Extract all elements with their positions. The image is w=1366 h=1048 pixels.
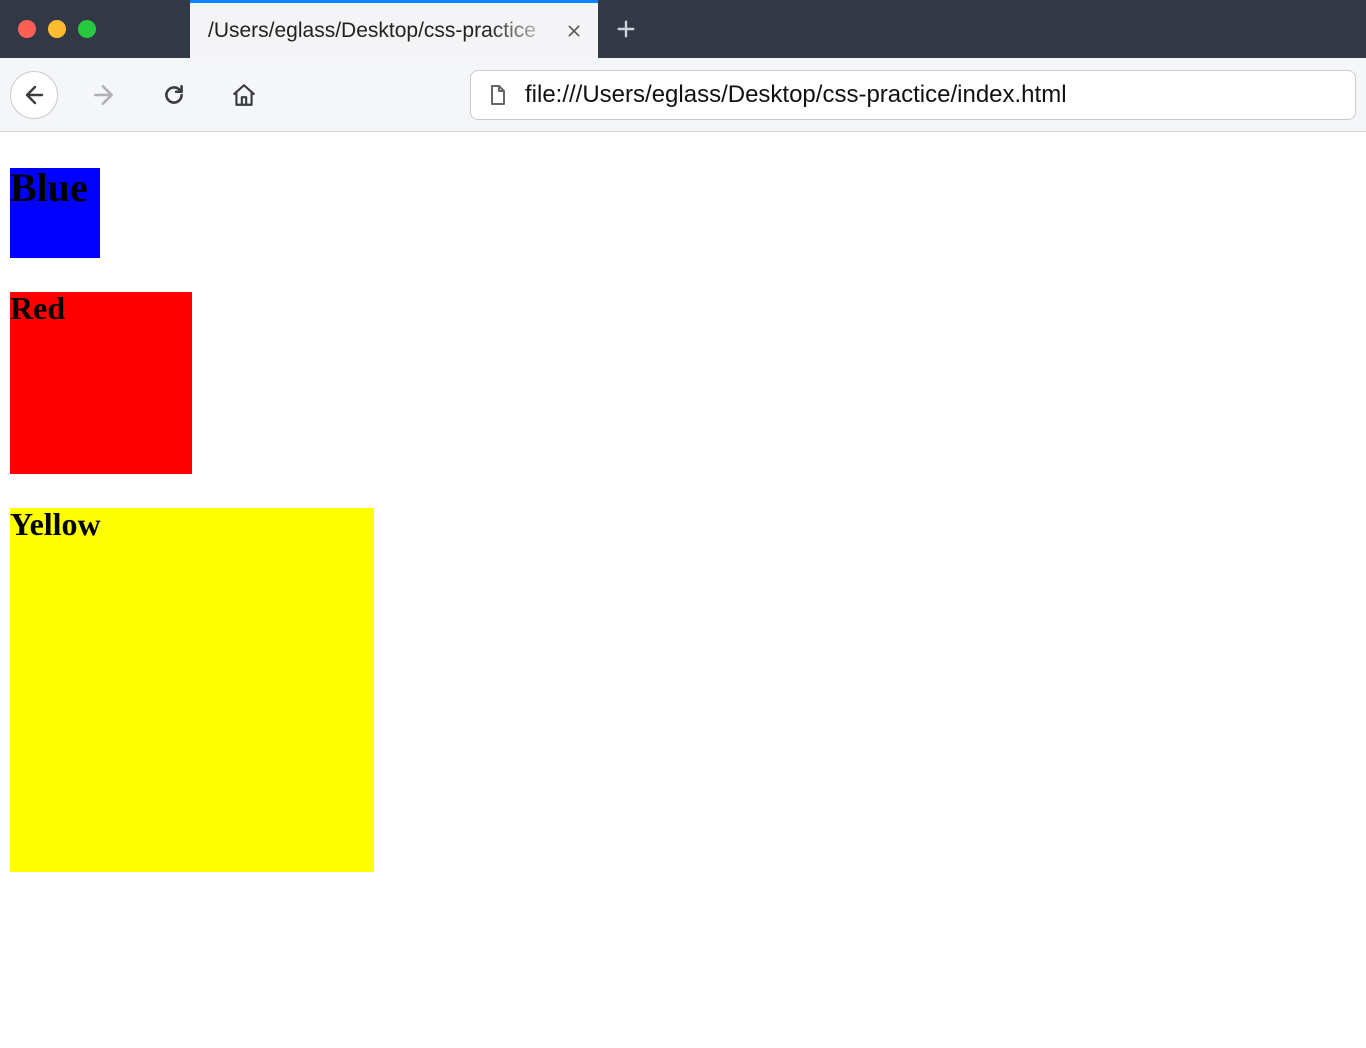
window-minimize-button[interactable] [48,20,66,38]
box-label: Blue [10,165,88,210]
arrow-right-icon [91,82,117,108]
close-tab-button[interactable] [564,21,584,41]
new-tab-button[interactable] [598,0,654,58]
window-close-button[interactable] [18,20,36,38]
url-input[interactable] [525,81,1341,109]
reload-icon [161,82,187,108]
forward-button[interactable] [80,71,128,119]
box-label: Yellow [10,506,101,542]
page-viewport: Blue Red Yellow [0,132,1366,1048]
box-label: Red [10,290,65,326]
close-icon [566,23,582,39]
page-info-icon[interactable] [485,83,509,107]
home-icon [231,82,257,108]
address-bar[interactable] [470,70,1356,120]
home-button[interactable] [220,71,268,119]
plus-icon [615,18,637,40]
box-yellow: Yellow [10,508,374,872]
box-red: Red [10,292,192,474]
back-button[interactable] [10,71,58,119]
titlebar: /Users/eglass/Desktop/css-practice [0,0,1366,58]
tab-title: /Users/eglass/Desktop/css-practice [208,19,558,43]
reload-button[interactable] [150,71,198,119]
browser-tab-active[interactable]: /Users/eglass/Desktop/css-practice [190,0,598,58]
arrow-left-icon [22,83,46,107]
window-controls [0,0,190,58]
window-maximize-button[interactable] [78,20,96,38]
document-icon [485,83,509,107]
navigation-toolbar [0,58,1366,132]
box-blue: Blue [10,168,100,258]
